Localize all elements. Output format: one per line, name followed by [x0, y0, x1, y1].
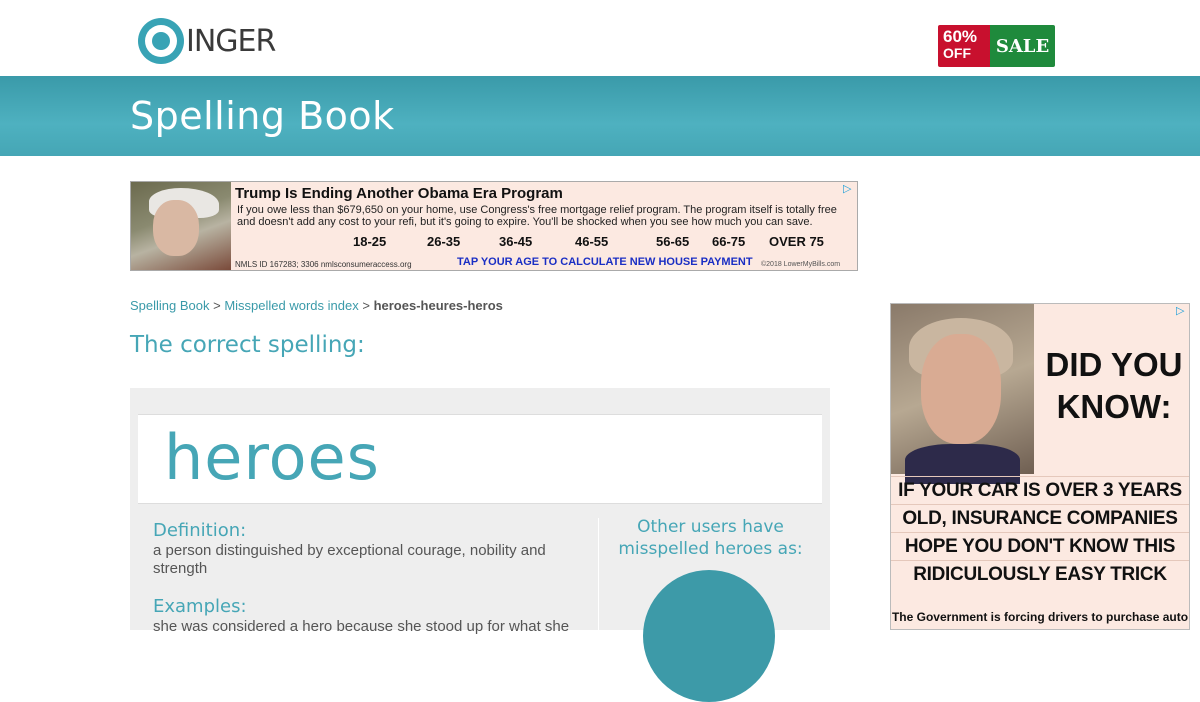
side-ad[interactable]: DID YOU KNOW: IF YOUR CAR IS OVER 3 YEAR… [890, 303, 1190, 630]
misspelling-pie-chart [643, 570, 775, 702]
sale-discount: 60% OFF [938, 25, 990, 67]
ad-nmls: NMLS ID 167283; 3306 nmlsconsumeraccess.… [235, 260, 412, 269]
breadcrumb-separator: > [358, 298, 374, 313]
breadcrumb-separator: > [209, 298, 225, 313]
sale-percent: 60% [943, 27, 978, 46]
side-ad-line: IF YOUR CAR IS OVER 3 YEARS [891, 476, 1189, 504]
ginger-g-icon [138, 18, 184, 64]
sale-off-label: OFF [943, 45, 971, 61]
ad-age-buttons: 18-25 26-35 36-45 46-55 56-65 66-75 OVER… [353, 234, 839, 249]
word-box: heroes [138, 414, 822, 504]
column-divider [598, 518, 599, 630]
other-users-heading: Other users have misspelled heroes as: [618, 517, 803, 559]
sale-label: SALE [990, 25, 1055, 67]
side-ad-headline: DID YOU KNOW: [1045, 346, 1183, 425]
age-button[interactable]: 18-25 [353, 234, 427, 249]
ad-body: If you owe less than $679,650 on your ho… [237, 204, 837, 228]
age-button[interactable]: 26-35 [427, 234, 499, 249]
breadcrumb-index[interactable]: Misspelled words index [224, 298, 358, 313]
age-button[interactable]: 66-75 [712, 234, 769, 249]
logo-text: INGER [186, 23, 276, 59]
page-title: Spelling Book [130, 94, 395, 138]
example-text: she was considered a hero because she st… [153, 618, 570, 635]
age-button[interactable]: 56-65 [656, 234, 712, 249]
ad-title[interactable]: Trump Is Ending Another Obama Era Progra… [235, 185, 563, 202]
correct-spelling-heading: The correct spelling: [130, 332, 365, 358]
correct-word: heroes [164, 421, 380, 494]
site-header: INGER 60% OFF SALE [0, 0, 1200, 76]
adchoices-icon[interactable]: ▷ [1176, 305, 1188, 317]
side-ad-photo [891, 304, 1034, 484]
ad-photo [131, 182, 231, 270]
age-button[interactable]: OVER 75 [769, 234, 839, 249]
examples-label: Examples: [153, 596, 247, 617]
word-panel: heroes Definition: a person distinguishe… [130, 388, 830, 702]
definition-label: Definition: [153, 520, 247, 541]
side-ad-line: RIDICULOUSLY EASY TRICK [891, 560, 1189, 588]
ad-copyright: ©2018 LowerMyBills.com [761, 261, 841, 268]
ginger-logo[interactable]: INGER [138, 16, 276, 66]
breadcrumb-home[interactable]: Spelling Book [130, 298, 210, 313]
side-ad-line: HOPE YOU DON'T KNOW THIS [891, 532, 1189, 560]
breadcrumb-current: heroes-heures-heros [373, 298, 503, 313]
adchoices-icon[interactable]: ▷ [843, 183, 855, 195]
side-ad-photo-face [921, 334, 1001, 444]
sale-banner[interactable]: 60% OFF SALE [938, 25, 1055, 67]
ad-photo-face [153, 200, 199, 256]
top-banner-ad[interactable]: Trump Is Ending Another Obama Era Progra… [130, 181, 858, 271]
definition-text: a person distinguished by exceptional co… [153, 542, 546, 577]
side-ad-line: OLD, INSURANCE COMPANIES [891, 504, 1189, 532]
side-ad-small-text: The Government is forcing drivers to pur… [891, 610, 1189, 624]
title-band: Spelling Book [0, 76, 1200, 156]
ad-cta[interactable]: TAP YOUR AGE TO CALCULATE NEW HOUSE PAYM… [457, 256, 753, 268]
breadcrumb: Spelling Book > Misspelled words index >… [130, 298, 503, 313]
age-button[interactable]: 46-55 [575, 234, 656, 249]
side-ad-lines: IF YOUR CAR IS OVER 3 YEARS OLD, INSURAN… [891, 476, 1189, 588]
age-button[interactable]: 36-45 [499, 234, 575, 249]
